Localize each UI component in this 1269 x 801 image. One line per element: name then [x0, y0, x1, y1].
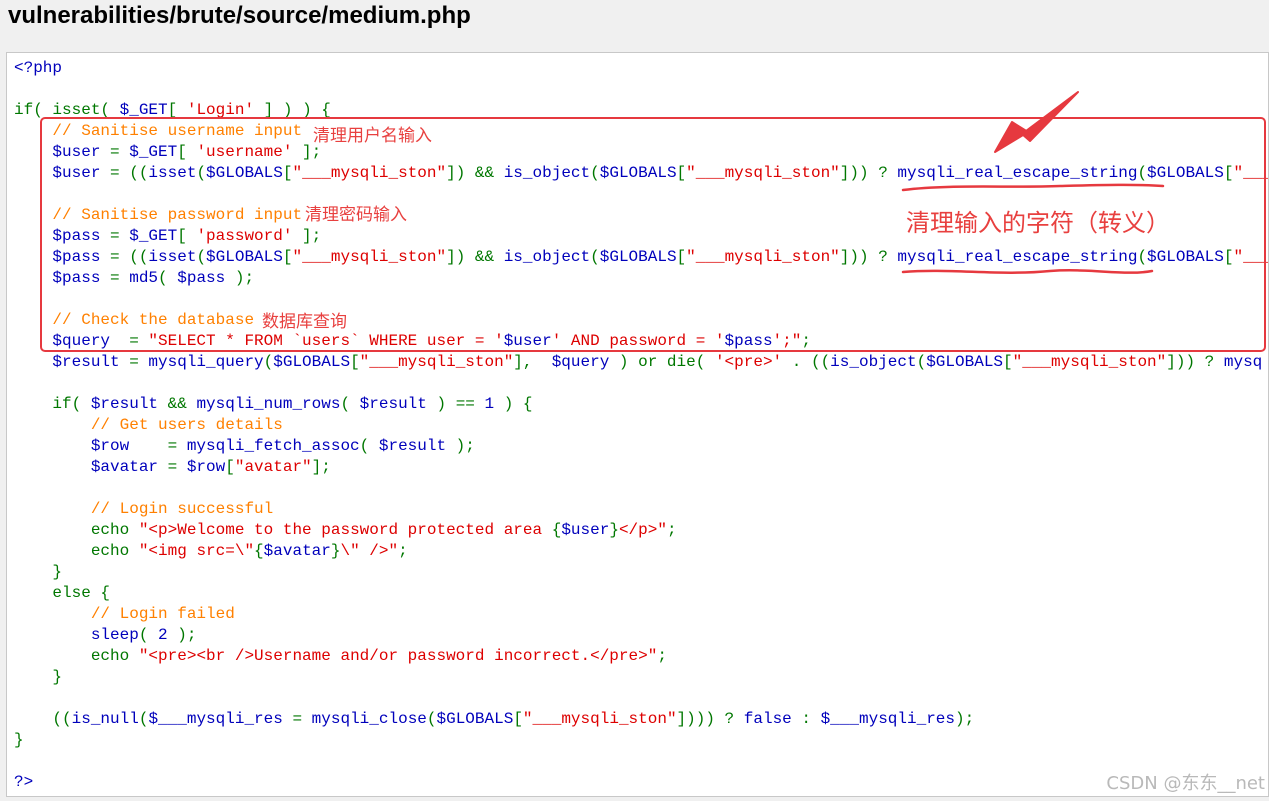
arrow-mark-icon	[994, 91, 1079, 153]
csdn-watermark: CSDN @东东__net	[1106, 773, 1265, 794]
annotation-marks	[901, 91, 1165, 274]
underline-password-escape	[901, 269, 1154, 274]
underline-username-escape	[901, 183, 1165, 192]
